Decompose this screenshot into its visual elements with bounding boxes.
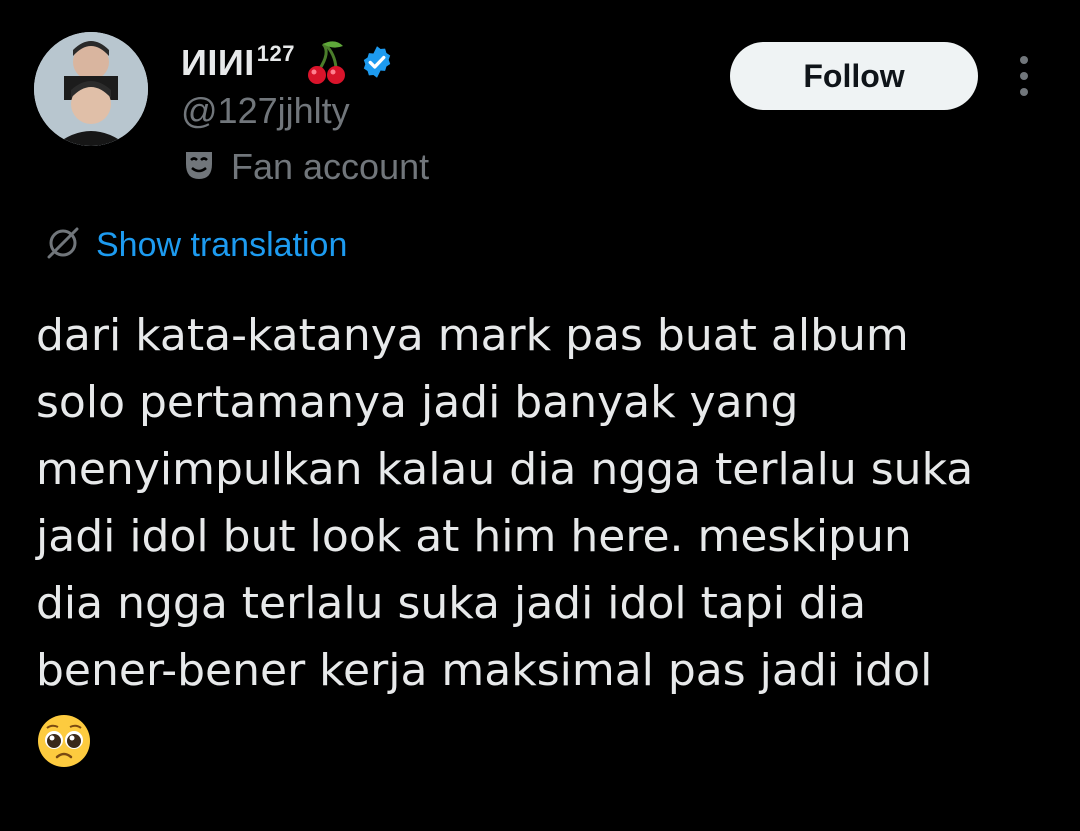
show-translation-link[interactable]: Show translation — [44, 224, 347, 266]
more-options-icon[interactable] — [1008, 56, 1040, 96]
display-name-superscript: 127 — [256, 40, 295, 66]
more-dot — [1020, 88, 1028, 96]
cherry-icon — [305, 38, 349, 86]
display-name[interactable]: ИIИI127 — [181, 41, 295, 84]
author-name-row[interactable]: ИIИI127 — [181, 36, 395, 88]
affiliation-label: Fan account — [231, 146, 430, 187]
tweet-line: bener-bener kerja maksimal pas jadi idol — [36, 645, 933, 696]
tweet-line: solo pertamanya jadi banyak yang — [36, 377, 799, 428]
pleading-face-emoji — [36, 713, 92, 769]
verified-badge-icon — [359, 44, 395, 80]
follow-button[interactable]: Follow — [730, 42, 978, 110]
tweet-text: dari kata-katanya mark pas buat album so… — [36, 302, 1046, 704]
tweet-line: dia ngga terlalu suka jadi idol tapi dia — [36, 578, 867, 629]
more-dot — [1020, 72, 1028, 80]
globe-icon — [44, 224, 82, 266]
show-translation-label: Show translation — [96, 225, 348, 264]
tweet-line: dari kata-katanya mark pas buat album — [36, 310, 909, 361]
more-dot — [1020, 56, 1028, 64]
avatar[interactable] — [34, 32, 148, 146]
affiliation: Fan account — [181, 146, 429, 188]
tweet-line: jadi idol but look at him here. meskipun — [36, 511, 912, 562]
handle[interactable]: @127jjhlty — [181, 90, 350, 132]
tweet-line: menyimpulkan kalau dia ngga terlalu suka — [36, 444, 974, 495]
theater-masks-icon — [181, 147, 217, 187]
